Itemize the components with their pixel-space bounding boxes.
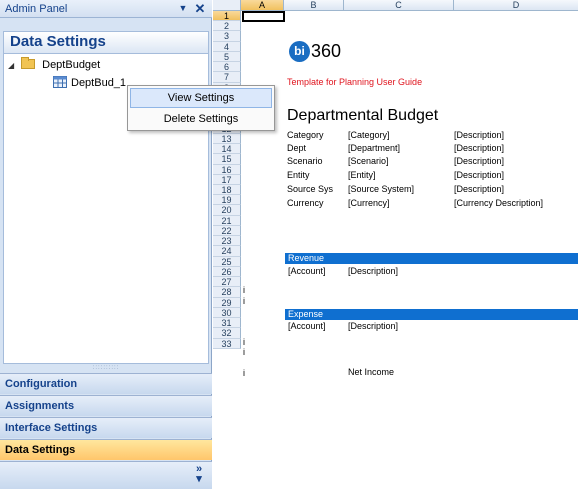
column-header-b[interactable]: B [284, 0, 344, 11]
table-icon [53, 76, 67, 88]
row-header[interactable]: 28 [213, 287, 241, 298]
spreadsheet: A B C D 12345678910111213141516171819202… [213, 0, 578, 489]
row-header[interactable]: 15 [213, 154, 241, 165]
row-header[interactable]: 24 [213, 246, 241, 257]
param-label: Category [287, 130, 324, 140]
row-header[interactable]: 20 [213, 205, 241, 216]
row-header[interactable]: 3 [213, 31, 241, 42]
cell-mark: i [243, 285, 245, 295]
row-header[interactable]: 5 [213, 51, 241, 63]
panel-splitter[interactable]: :::::::::: [86, 365, 126, 371]
row-header[interactable]: 14 [213, 144, 241, 155]
revenue-account: [Account] [288, 266, 326, 276]
param-label: Dept [287, 143, 307, 153]
bi360-logo: bi 360 [289, 40, 369, 64]
panel-menu-arrow-icon[interactable]: ▼ [177, 2, 189, 15]
row-header[interactable]: 18 [213, 184, 241, 196]
row-header[interactable]: 32 [213, 328, 241, 339]
revenue-description: [Description] [348, 266, 399, 276]
revenue-band: Revenue [285, 253, 578, 264]
row-header[interactable]: 16 [213, 164, 241, 175]
panel-close-icon[interactable]: ✕ [193, 1, 207, 16]
admin-panel: Admin Panel ▼ ✕ Data Settings ◢ DeptBudg… [0, 0, 212, 489]
param-label: Currency [287, 198, 324, 208]
nav-interface-settings[interactable]: Interface Settings [0, 417, 212, 438]
folder-icon [21, 57, 36, 69]
row-header[interactable]: 19 [213, 195, 241, 206]
nav-footer: » ▾ [0, 461, 212, 489]
section-header: Data Settings [3, 31, 209, 53]
row-header[interactable]: 13 [213, 133, 241, 145]
delete-settings-menu-item[interactable]: Delete Settings [130, 109, 272, 129]
row-header[interactable]: 25 [213, 256, 241, 267]
param-value: [Source System] [348, 184, 415, 194]
param-value: [Currency] [348, 198, 390, 208]
row-header[interactable]: 23 [213, 236, 241, 247]
row-header[interactable]: 2 [213, 21, 241, 32]
param-description: [Description] [454, 143, 505, 153]
section-title: Data Settings [10, 33, 106, 50]
param-label: Entity [287, 170, 310, 180]
logo-mark: bi [289, 41, 310, 62]
row-header[interactable]: 22 [213, 225, 241, 237]
param-value: [Entity] [348, 170, 376, 180]
tree-node-deptbudget[interactable]: ◢ DeptBudget [8, 57, 100, 73]
column-header-d[interactable]: D [454, 0, 578, 11]
nav-assignments[interactable]: Assignments [0, 395, 212, 416]
nav-data-settings[interactable]: Data Settings [0, 439, 212, 460]
panel-titlebar: Admin Panel ▼ ✕ [0, 0, 212, 18]
param-value: [Department] [348, 143, 401, 153]
row-header[interactable]: 1 [213, 11, 241, 22]
row-header[interactable]: 29 [213, 297, 241, 308]
row-header[interactable]: 6 [213, 62, 241, 73]
tree-node-label: DeptBud_1 [71, 77, 127, 89]
tree-node-deptbud-1[interactable]: DeptBud_1 [53, 75, 126, 91]
param-label: Source Sys [287, 184, 334, 194]
context-menu: View Settings Delete Settings [127, 85, 275, 131]
panel-title: Admin Panel [5, 3, 68, 15]
row-header[interactable]: 17 [213, 174, 241, 185]
row-header[interactable]: 30 [213, 307, 241, 319]
tree-expander-icon[interactable]: ◢ [8, 58, 18, 74]
param-description: [Description] [454, 170, 505, 180]
net-income-label: Net Income [348, 367, 395, 377]
param-description: [Currency Description] [454, 198, 544, 208]
param-description: [Description] [454, 156, 505, 166]
more-options-icon[interactable]: » ▾ [192, 464, 206, 485]
row-header[interactable]: 31 [213, 318, 241, 329]
row-header[interactable]: 33 [213, 338, 241, 349]
cell-mark: i [243, 368, 245, 378]
cell-mark: i [243, 296, 245, 306]
expense-band: Expense [285, 309, 578, 320]
nav-configuration[interactable]: Configuration [0, 373, 212, 394]
column-header-a[interactable]: A [241, 0, 284, 11]
param-value: [Category] [348, 130, 390, 140]
param-description: [Description] [454, 184, 505, 194]
active-cell[interactable] [242, 11, 285, 22]
row-header[interactable]: 26 [213, 266, 241, 278]
view-settings-menu-item[interactable]: View Settings [130, 88, 272, 108]
row-header[interactable]: 4 [213, 41, 241, 52]
row-header[interactable]: 7 [213, 72, 241, 83]
logo-number: 360 [311, 41, 342, 61]
row-headers: 1234567891011121314151617181920212223242… [213, 11, 241, 349]
row-header[interactable]: 21 [213, 215, 241, 226]
cell-mark: i [243, 347, 245, 357]
expense-account: [Account] [288, 321, 326, 331]
column-header-c[interactable]: C [344, 0, 454, 11]
row-header[interactable]: 27 [213, 277, 241, 288]
tree-node-label: DeptBudget [42, 59, 101, 71]
param-description: [Description] [454, 130, 505, 140]
param-label: Scenario [287, 156, 323, 166]
template-subtitle: Template for Planning User Guide [287, 77, 423, 87]
expense-description: [Description] [348, 321, 399, 331]
select-all-corner[interactable] [213, 0, 241, 11]
param-value: [Scenario] [348, 156, 389, 166]
cell-mark: i [243, 337, 245, 347]
report-title: Departmental Budget [287, 107, 439, 124]
